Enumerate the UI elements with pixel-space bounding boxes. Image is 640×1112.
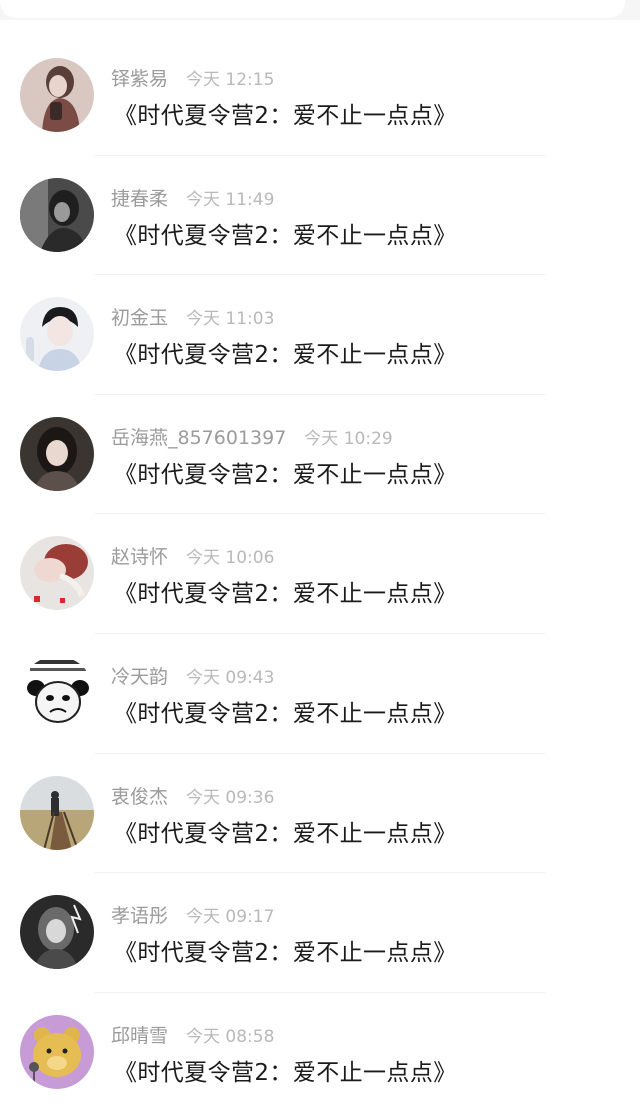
top-card — [0, 0, 625, 18]
sender-name[interactable]: 初金玉 — [111, 303, 168, 330]
list-item[interactable]: 冷天韵 今天 09:43 《时代夏令营2：爱不止一点点》 — [0, 634, 640, 754]
timestamp: 今天 09:43 — [186, 667, 275, 688]
timestamp: 今天 09:36 — [186, 787, 275, 808]
sender-name[interactable]: 赵诗怀 — [111, 542, 168, 569]
sender-name[interactable]: 岳海燕_857601397 — [111, 423, 286, 450]
timestamp: 今天 11:03 — [186, 309, 275, 330]
message-text[interactable]: 《时代夏令营2：爱不止一点点》 — [114, 814, 457, 848]
avatar-panda-meme-icon[interactable] — [20, 655, 94, 730]
item-meta: 冷天韵 今天 09:43 — [111, 662, 274, 688]
timestamp: 今天 12:15 — [186, 70, 275, 90]
sender-name[interactable]: 邱晴雪 — [111, 1021, 168, 1048]
timestamp: 今天 10:29 — [304, 428, 393, 449]
item-meta: 铎紫易 今天 12:15 — [111, 64, 274, 90]
list-item[interactable]: 捷春柔 今天 11:49 《时代夏令营2：爱不止一点点》 — [0, 156, 640, 276]
list-item[interactable]: 邱晴雪 今天 08:58 《时代夏令营2：爱不止一点点》 — [0, 993, 640, 1112]
item-meta: 捷春柔 今天 11:49 — [111, 184, 274, 210]
timestamp: 今天 08:58 — [186, 1026, 275, 1047]
avatar-hands-icon[interactable] — [20, 536, 94, 611]
message-text[interactable]: 《时代夏令营2：爱不止一点点》 — [114, 455, 457, 489]
message-text[interactable]: 《时代夏令营2：爱不止一点点》 — [114, 694, 457, 728]
top-bar — [0, 0, 640, 20]
message-text[interactable]: 《时代夏令营2：爱不止一点点》 — [114, 216, 457, 250]
item-meta: 岳海燕_857601397 今天 10:29 — [111, 423, 393, 449]
timestamp: 今天 11:49 — [186, 189, 275, 210]
avatar-girl-dark-icon[interactable] — [20, 177, 94, 252]
message-text[interactable]: 《时代夏令营2：爱不止一点点》 — [114, 96, 457, 130]
list-item[interactable]: 衷俊杰 今天 09:36 《时代夏令营2：爱不止一点点》 — [0, 754, 640, 874]
item-meta: 初金玉 今天 11:03 — [111, 303, 274, 329]
sender-name[interactable]: 铎紫易 — [111, 64, 168, 91]
list-item[interactable]: 孝语彤 今天 09:17 《时代夏令营2：爱不止一点点》 — [0, 873, 640, 993]
sender-name[interactable]: 衷俊杰 — [111, 782, 168, 809]
sender-name[interactable]: 孝语彤 — [111, 901, 168, 928]
sender-name[interactable]: 冷天韵 — [111, 662, 168, 689]
list-item[interactable]: 岳海燕_857601397 今天 10:29 《时代夏令营2：爱不止一点点》 — [0, 395, 640, 515]
item-meta: 邱晴雪 今天 08:58 — [111, 1021, 274, 1047]
avatar-bear-icon[interactable] — [20, 1014, 94, 1089]
list-item[interactable]: 铎紫易 今天 12:15 《时代夏令营2：爱不止一点点》 — [0, 36, 640, 156]
message-text[interactable]: 《时代夏令营2：爱不止一点点》 — [114, 1053, 457, 1087]
list-item[interactable]: 赵诗怀 今天 10:06 《时代夏令营2：爱不止一点点》 — [0, 514, 640, 634]
avatar-woman-icon[interactable] — [20, 58, 94, 132]
timestamp: 今天 10:06 — [186, 548, 275, 569]
avatar-girl-icon[interactable] — [20, 416, 94, 491]
avatar-bridge-icon[interactable] — [20, 775, 94, 850]
timestamp: 今天 09:17 — [186, 907, 275, 928]
sender-name[interactable]: 捷春柔 — [111, 184, 168, 211]
item-meta: 孝语彤 今天 09:17 — [111, 901, 274, 927]
item-meta: 衷俊杰 今天 09:36 — [111, 782, 274, 808]
avatar-boy-icon[interactable] — [20, 297, 94, 372]
message-text[interactable]: 《时代夏令营2：爱不止一点点》 — [114, 574, 457, 608]
message-list: 铎紫易 今天 12:15 《时代夏令营2：爱不止一点点》 捷春柔 今天 11:4… — [0, 36, 640, 1112]
avatar-monochrome-icon[interactable] — [20, 895, 94, 970]
item-meta: 赵诗怀 今天 10:06 — [111, 542, 274, 568]
message-text[interactable]: 《时代夏令营2：爱不止一点点》 — [114, 933, 457, 967]
list-item[interactable]: 初金玉 今天 11:03 《时代夏令营2：爱不止一点点》 — [0, 275, 640, 395]
message-text[interactable]: 《时代夏令营2：爱不止一点点》 — [114, 335, 457, 369]
